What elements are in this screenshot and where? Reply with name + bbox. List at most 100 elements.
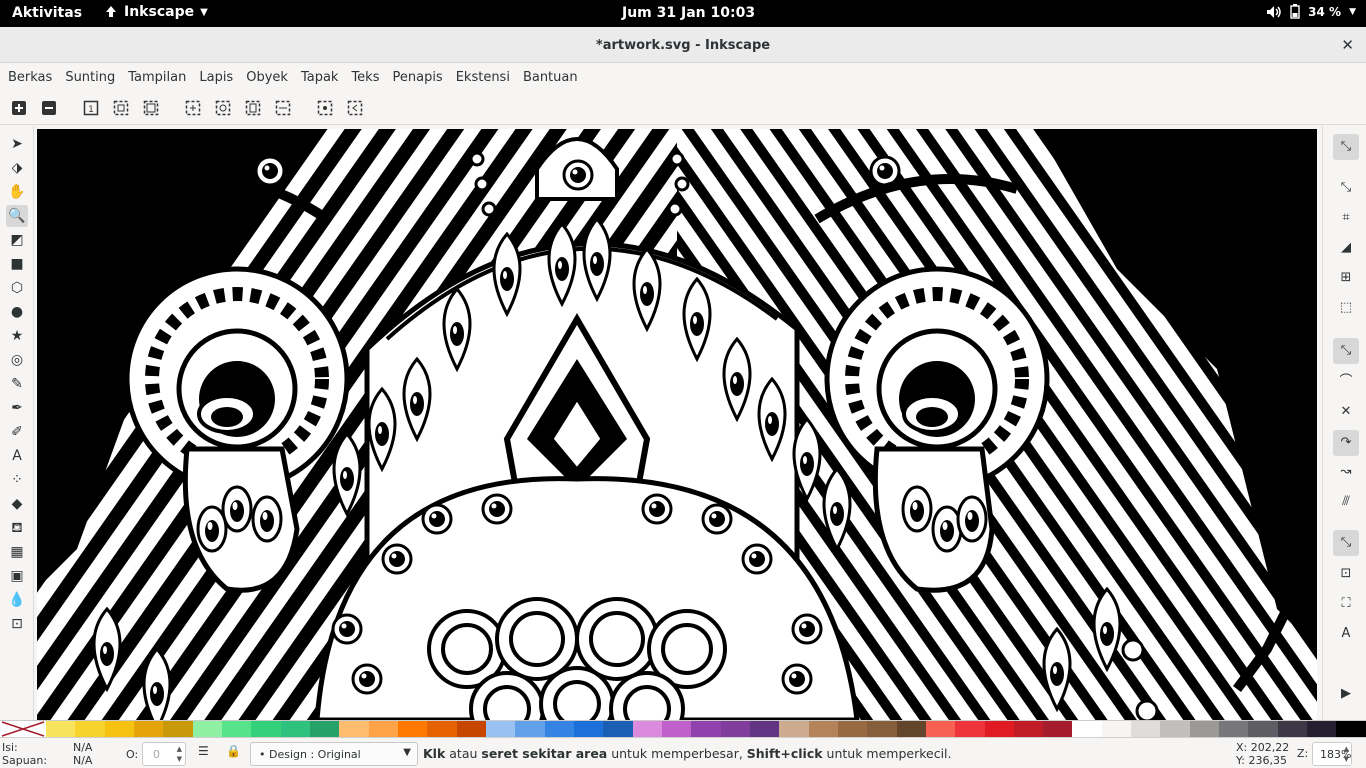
color-swatch[interactable] (1160, 721, 1190, 737)
tweak-icon[interactable]: ✋ (8, 183, 26, 201)
snap-enable-icon[interactable]: ⤡ (1333, 134, 1359, 160)
color-swatch[interactable] (1131, 721, 1161, 737)
zoom-prev-icon[interactable] (347, 100, 363, 116)
menu-obyek[interactable]: Obyek (246, 70, 288, 85)
snap-bbox-corner-icon[interactable]: ◢ (1336, 238, 1356, 258)
color-swatch[interactable] (1043, 721, 1073, 737)
color-swatch[interactable] (368, 721, 398, 737)
eraser-icon[interactable]: ◆ (8, 495, 26, 513)
bucket-icon[interactable]: ⛾ (8, 519, 26, 537)
snap-smooth-icon[interactable]: ↝ (1336, 462, 1356, 482)
color-swatch[interactable] (691, 721, 721, 737)
mesh-icon[interactable]: ▣ (8, 567, 26, 585)
lock-icon[interactable]: 🔒 (226, 744, 241, 758)
ellipse-icon[interactable]: ● (8, 303, 26, 321)
spiral-icon[interactable]: ◎ (8, 351, 26, 369)
pencil-icon[interactable]: ✎ (8, 375, 26, 393)
menu-bantuan[interactable]: Bantuan (523, 70, 578, 85)
color-swatch[interactable] (1307, 721, 1337, 737)
text-icon[interactable]: A (8, 447, 26, 465)
zoom-field[interactable]: 183% ▲ ▼ (1312, 742, 1352, 766)
connector-icon[interactable]: ⊡ (8, 615, 26, 633)
color-swatch[interactable] (808, 721, 838, 737)
color-swatch[interactable] (221, 721, 252, 737)
layer-dropdown[interactable]: • Design : Original ▼ (250, 742, 418, 766)
color-swatch[interactable] (603, 721, 633, 737)
color-swatch[interactable] (661, 721, 692, 737)
color-swatch[interactable] (1189, 721, 1220, 737)
snap-nodes-icon[interactable]: ⤡ (1333, 338, 1359, 364)
zoom-2-1-icon[interactable] (143, 100, 159, 116)
snap-bbox-icon[interactable]: ⤡ (1336, 178, 1356, 198)
fill-value[interactable]: N/A (73, 741, 92, 754)
zoom-selection-icon[interactable] (185, 100, 201, 116)
zoom-1-1-icon[interactable]: 1 (83, 100, 99, 116)
color-swatch[interactable] (133, 721, 164, 737)
color-swatch[interactable] (1277, 721, 1308, 737)
spin-arrows-icon[interactable]: ▲ ▼ (1344, 744, 1349, 764)
color-swatch[interactable] (75, 721, 105, 737)
color-swatch[interactable] (720, 721, 750, 737)
color-swatch[interactable] (1072, 721, 1102, 737)
menu-penapis[interactable]: Penapis (392, 70, 442, 85)
box3d-icon[interactable]: ⬡ (8, 279, 26, 297)
snap-cusp-icon[interactable]: ↷ (1333, 430, 1359, 456)
zoom-out-icon[interactable] (41, 100, 57, 116)
menu-tapak[interactable]: Tapak (301, 70, 339, 85)
gradient-icon[interactable]: ▦ (8, 543, 26, 561)
rect-icon[interactable]: ■ (8, 255, 26, 273)
menu-lapis[interactable]: Lapis (199, 70, 233, 85)
menu-ekstensi[interactable]: Ekstensi (456, 70, 510, 85)
zoom-icon[interactable]: 🔍 (6, 205, 28, 227)
menu-teks[interactable]: Teks (351, 70, 379, 85)
color-swatch[interactable] (1101, 721, 1132, 737)
color-swatch[interactable] (837, 721, 868, 737)
no-paint-swatch[interactable] (0, 721, 46, 737)
zoom-1-2-icon[interactable] (113, 100, 129, 116)
zoom-center-page-icon[interactable] (317, 100, 333, 116)
snap-path-icon[interactable]: ⌒ (1336, 372, 1356, 392)
snap-object-center-icon[interactable]: ⊡ (1336, 564, 1356, 584)
color-swatch[interactable] (280, 721, 310, 737)
color-swatch[interactable] (925, 721, 956, 737)
color-swatch[interactable] (104, 721, 134, 737)
color-swatch[interactable] (896, 721, 926, 737)
color-swatch[interactable] (309, 721, 340, 737)
snap-rotation-center-icon[interactable]: ⛶ (1336, 594, 1356, 614)
snap-bbox-center-icon[interactable]: ⬚ (1336, 298, 1356, 318)
color-swatch[interactable] (573, 721, 604, 737)
color-swatch[interactable] (749, 721, 780, 737)
zoom-page-width-icon[interactable] (275, 100, 291, 116)
clock[interactable]: Jum 31 Jan 10:03 (622, 5, 755, 21)
snap-intersection-icon[interactable]: ✕ (1336, 402, 1356, 422)
snap-bbox-midpoint-icon[interactable]: ⊞ (1336, 268, 1356, 288)
dropper-icon[interactable]: 💧 (8, 591, 26, 609)
menu-sunting[interactable]: Sunting (65, 70, 115, 85)
color-swatch[interactable] (1013, 721, 1044, 737)
star-icon[interactable]: ★ (8, 327, 26, 345)
color-swatch[interactable] (163, 721, 193, 737)
calligraphy-icon[interactable]: ✐ (8, 423, 26, 441)
color-swatch[interactable] (46, 721, 76, 737)
drawing-canvas[interactable] (37, 129, 1317, 720)
color-swatch[interactable] (867, 721, 897, 737)
menu-tampilan[interactable]: Tampilan (128, 70, 186, 85)
color-swatch[interactable] (1248, 721, 1278, 737)
more-arrow-icon[interactable]: ▶ (1336, 684, 1356, 704)
zoom-drawing-icon[interactable] (215, 100, 231, 116)
snap-bbox-edge-icon[interactable]: ⌗ (1336, 208, 1356, 228)
color-swatch[interactable] (397, 721, 428, 737)
color-swatch[interactable] (632, 721, 662, 737)
node-icon[interactable]: ⬗ (8, 159, 26, 177)
opacity-spinbox[interactable]: 0 ▲ ▼ (142, 742, 186, 766)
measure-icon[interactable]: ◩ (8, 231, 26, 249)
zoom-page-icon[interactable] (245, 100, 261, 116)
color-swatch[interactable] (339, 721, 369, 737)
layers-menu-icon[interactable]: ☰ (198, 744, 209, 758)
activities-button[interactable]: Aktivitas (12, 5, 82, 21)
pen-icon[interactable]: ✒ (8, 399, 26, 417)
color-swatch[interactable] (456, 721, 486, 737)
color-swatch[interactable] (192, 721, 222, 737)
stroke-value[interactable]: N/A (73, 754, 92, 767)
snap-others-icon[interactable]: ⤡ (1333, 530, 1359, 556)
